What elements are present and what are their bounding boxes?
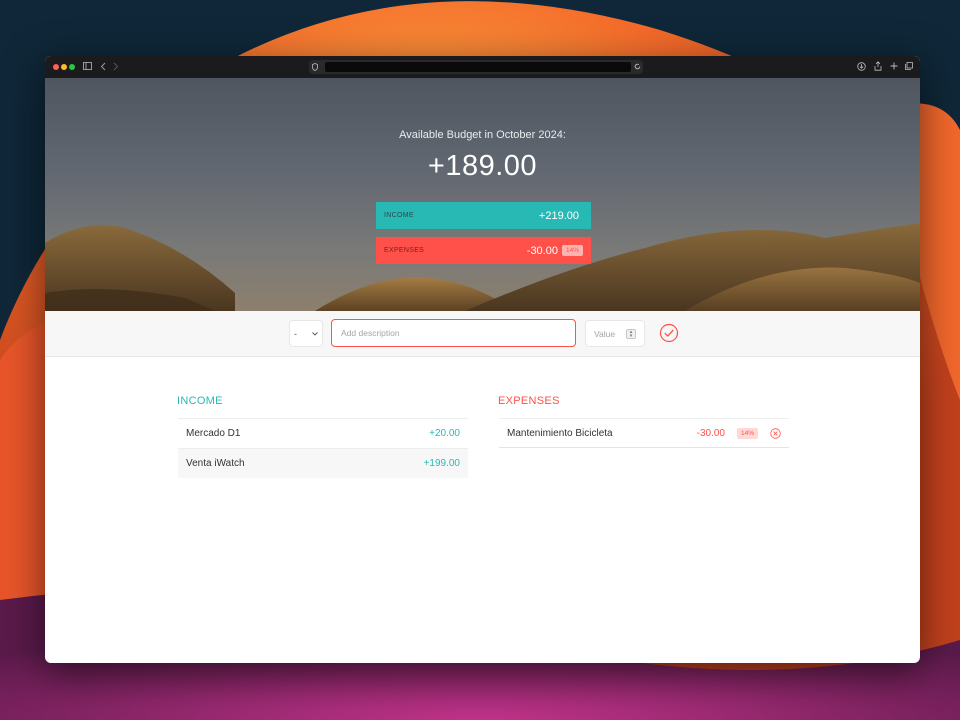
income-item-description: Venta iWatch [186,458,245,469]
income-item[interactable]: Venta iWatch +199.00 [178,448,468,478]
expenses-summary-label: Expenses [384,247,425,254]
expense-item-value: -30.00 [696,427,725,439]
expenses-summary: Expenses -30.00 14% [376,237,591,264]
budget-title: Available Budget in October 2024: [399,129,566,141]
expenses-percentage-badge: 14% [561,245,583,256]
expense-item-description: Mantenimiento Bicicleta [507,427,613,439]
income-item-value: +199.00 [423,458,460,469]
download-icon[interactable] [857,62,866,71]
income-item[interactable]: Mercado D1 +20.00 [178,418,468,448]
income-list-title: Income [177,395,223,407]
check-circle-icon[interactable] [659,323,679,343]
tabs-overview-icon[interactable] [905,62,913,70]
expense-percentage-badge: 14% [736,427,758,439]
value-stepper[interactable]: ▴ ▾ [626,328,636,339]
share-icon[interactable] [874,61,882,71]
budget-header: Available Budget in October 2024: +189.0… [45,78,920,311]
income-summary: Income +219.00 [376,202,591,229]
chevron-down-icon [312,331,318,336]
minimize-window-button[interactable] [61,64,67,70]
value-input[interactable]: Value ▴ ▾ [585,320,645,347]
browser-window: Available Budget in October 2024: +189.0… [45,56,920,663]
privacy-shield-icon [312,63,318,71]
zoom-window-button[interactable] [69,64,75,70]
available-budget-value: +189.00 [427,150,538,182]
url-redaction [325,62,631,72]
browser-toolbar [45,56,920,78]
description-input[interactable] [331,319,576,347]
chevron-left-icon[interactable] [100,62,106,71]
sidebar-icon[interactable] [83,62,92,70]
income-item-description: Mercado D1 [186,428,241,439]
reload-icon[interactable] [634,63,641,70]
income-summary-label: Income [384,212,414,219]
expenses-list: Mantenimiento Bicicleta -30.00 14% [499,418,789,448]
type-select[interactable]: - [289,320,323,347]
close-window-button[interactable] [53,64,59,70]
value-input-placeholder: Value [594,328,616,339]
income-list: Mercado D1 +20.00 Venta iWatch +199.00 [178,418,468,478]
close-circle-icon[interactable] [770,427,781,439]
income-item-value: +20.00 [429,428,460,439]
expenses-list-title: Expenses [498,395,560,407]
chevron-right-icon[interactable] [113,62,119,71]
expense-item[interactable]: Mantenimiento Bicicleta -30.00 14% [499,418,789,448]
expenses-summary-value: -30.00 [526,244,558,257]
plus-icon[interactable] [890,62,898,70]
add-item-form: - Value ▴▾ [45,311,920,357]
hills-background-image [45,223,920,311]
type-select-value: - [294,328,297,339]
income-summary-value: +219.00 [538,209,579,222]
